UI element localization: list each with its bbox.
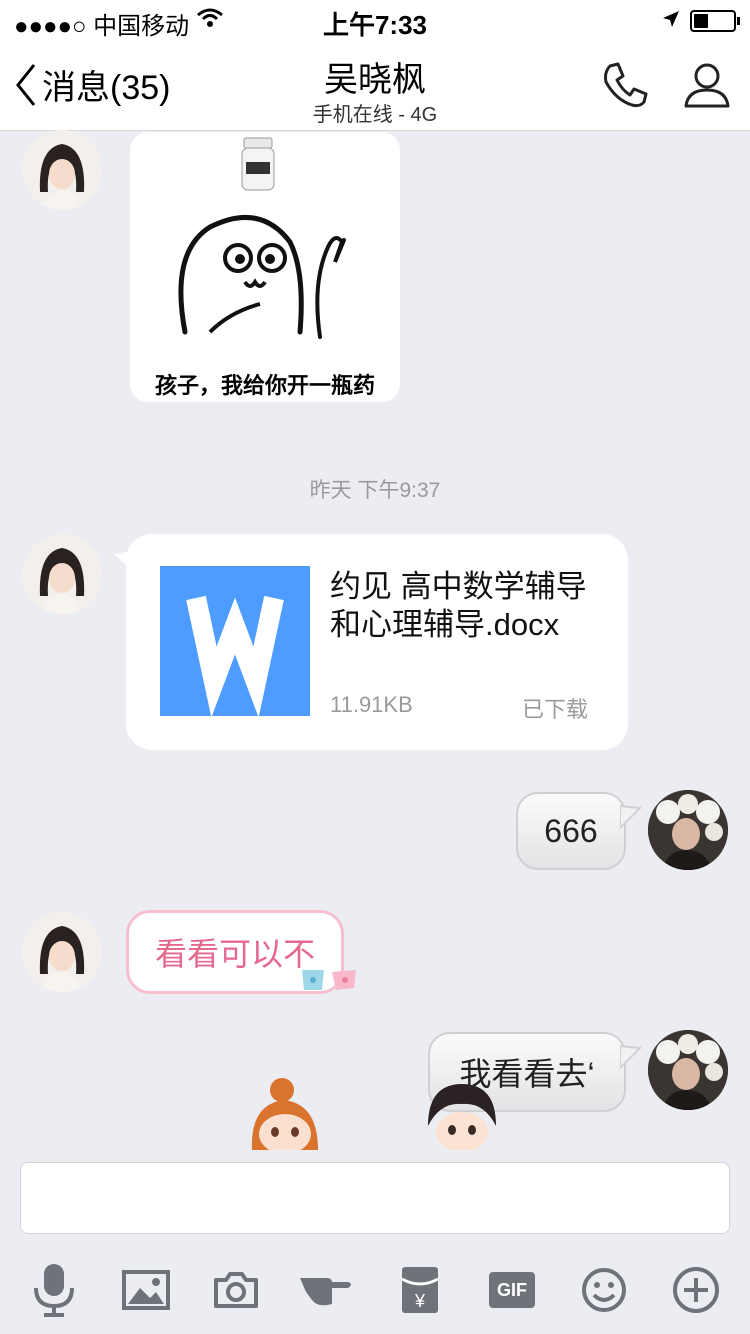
bubble-tail <box>620 1044 642 1070</box>
contact-profile-icon[interactable] <box>682 60 732 110</box>
contact-avatar[interactable] <box>22 130 102 210</box>
peeking-girl-sticker-icon <box>251 1078 318 1150</box>
phone-call-icon[interactable] <box>600 60 650 110</box>
message-text: 看看可以不 <box>154 936 315 972</box>
location-arrow-icon <box>663 11 679 27</box>
teacup-decoration-icon <box>302 970 356 990</box>
camera-icon <box>214 1272 258 1308</box>
file-size: 11.91KB <box>330 692 413 717</box>
sent-message-bubble[interactable]: 666 <box>516 792 626 870</box>
message-timestamp: 昨天 下午9:37 <box>309 479 441 502</box>
file-message[interactable]: 约见 高中数学辅导和心理辅导.docx 11.91KB 已下载 <box>126 534 628 750</box>
input-toolbar: ¥ GIF <box>0 1248 750 1334</box>
voice-button[interactable] <box>22 1258 86 1322</box>
microphone-icon <box>34 1264 74 1317</box>
photo-button[interactable] <box>114 1258 178 1322</box>
download-status: 已下载 <box>522 697 589 722</box>
girl-portrait-image <box>22 534 102 614</box>
status-bar: ●●●●○ 中国移动 上午7:33 <box>0 0 750 40</box>
poke-icon <box>300 1278 351 1306</box>
poke-button[interactable] <box>296 1258 360 1322</box>
sticker-message[interactable]: 孩子，我给你开一瓶药 <box>130 132 400 402</box>
file-name: 约见 高中数学辅导和心理辅导.docx <box>330 569 587 642</box>
user-portrait-image <box>648 1030 728 1110</box>
message-input[interactable] <box>20 1162 730 1234</box>
emoji-button[interactable] <box>572 1258 636 1322</box>
contact-avatar[interactable] <box>22 912 102 992</box>
emoji-icon <box>582 1268 626 1312</box>
more-button[interactable] <box>664 1258 728 1322</box>
gif-icon: GIF <box>489 1272 535 1308</box>
camera-button[interactable] <box>204 1258 268 1322</box>
my-avatar[interactable] <box>648 1030 728 1110</box>
plus-icon <box>673 1267 719 1313</box>
girl-portrait-image <box>22 912 102 992</box>
peeking-boy-sticker-icon <box>428 1084 496 1150</box>
bubble-tail <box>620 804 642 830</box>
clock: 上午7:33 <box>322 10 428 40</box>
meme-sticker-image <box>178 137 346 339</box>
girl-portrait-image <box>22 130 102 210</box>
image-icon <box>122 1270 170 1310</box>
word-document-icon <box>160 566 310 718</box>
message-text: 666 <box>544 812 598 849</box>
chat-header: 消息(35) 吴晓枫 手机在线 - 4G <box>0 40 750 131</box>
battery-icon <box>690 10 740 32</box>
gif-button[interactable]: GIF <box>480 1258 544 1322</box>
contact-avatar[interactable] <box>22 534 102 614</box>
svg-text:¥: ¥ <box>414 1291 426 1311</box>
my-avatar[interactable] <box>648 790 728 870</box>
user-portrait-image <box>648 790 728 870</box>
red-packet-button[interactable]: ¥ <box>388 1258 452 1322</box>
red-packet-icon: ¥ <box>401 1267 439 1313</box>
sticker-caption: 孩子，我给你开一瓶药 <box>154 373 375 398</box>
